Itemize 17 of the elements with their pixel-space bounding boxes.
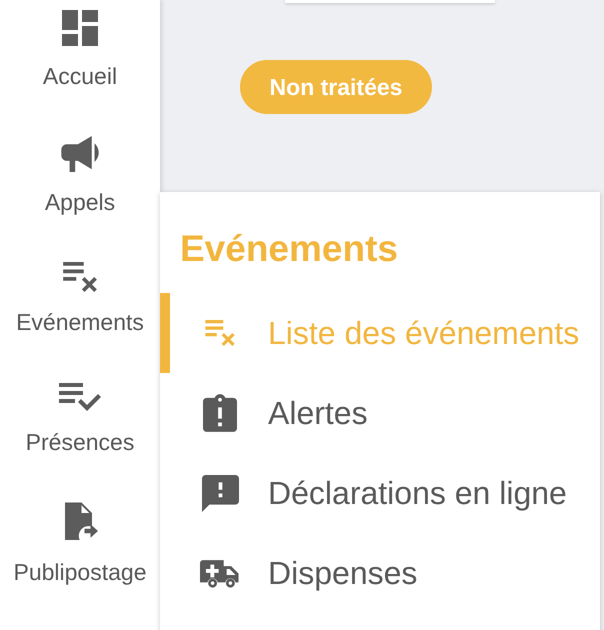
list-x-icon [61,262,99,292]
submenu-item[interactable]: Alertes [160,373,600,453]
sidebar-item[interactable]: Appels [0,126,160,225]
dashboard-icon [62,10,98,46]
sidebar-item[interactable]: Publipostage [0,492,160,595]
clipboard-alert-icon [203,394,237,432]
submenu-title: Evénements [180,227,398,271]
submenu-item[interactable]: Dispenses [160,533,600,613]
sidebar-item[interactable]: Evénements [0,252,160,345]
document-arrow-icon [62,502,98,542]
list-check-icon [59,382,101,412]
sidebar-item[interactable]: Présences [0,372,160,465]
submenu-item[interactable]: Déclarations en ligne [160,453,600,533]
ambulance-icon [200,558,240,588]
megaphone-icon [61,136,99,172]
chat-alert-icon [202,474,238,512]
sidebar-item[interactable]: Accueil [0,0,160,99]
